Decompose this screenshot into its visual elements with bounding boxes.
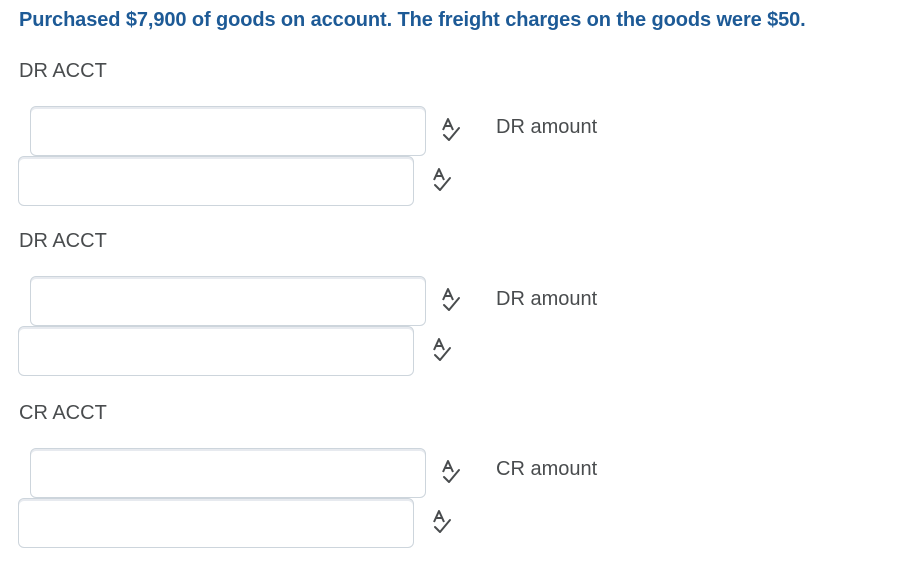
dr-amount-label: DR amount	[496, 116, 598, 138]
dr-amount-field-1[interactable]	[18, 156, 414, 206]
spellcheck-icon[interactable]	[432, 168, 454, 192]
question-text: Purchased $7,900 of goods on account. Th…	[19, 9, 806, 31]
dr-amount-label: DR amount	[496, 288, 598, 310]
cr-acct-label: CR ACCT	[19, 402, 107, 424]
spellcheck-icon[interactable]	[441, 460, 463, 484]
dr-account-field-2[interactable]	[30, 276, 426, 326]
cr-amount-label: CR amount	[496, 458, 598, 480]
cr-account-field[interactable]	[30, 448, 426, 498]
spellcheck-icon[interactable]	[441, 288, 463, 312]
spellcheck-icon[interactable]	[432, 510, 454, 534]
dr-amount-field-2[interactable]	[18, 326, 414, 376]
cr-amount-field[interactable]	[18, 498, 414, 548]
dr-account-field-1[interactable]	[30, 106, 426, 156]
spellcheck-icon[interactable]	[441, 118, 463, 142]
dr-acct-label: DR ACCT	[19, 230, 107, 252]
spellcheck-icon[interactable]	[432, 338, 454, 362]
dr-acct-label: DR ACCT	[19, 60, 107, 82]
